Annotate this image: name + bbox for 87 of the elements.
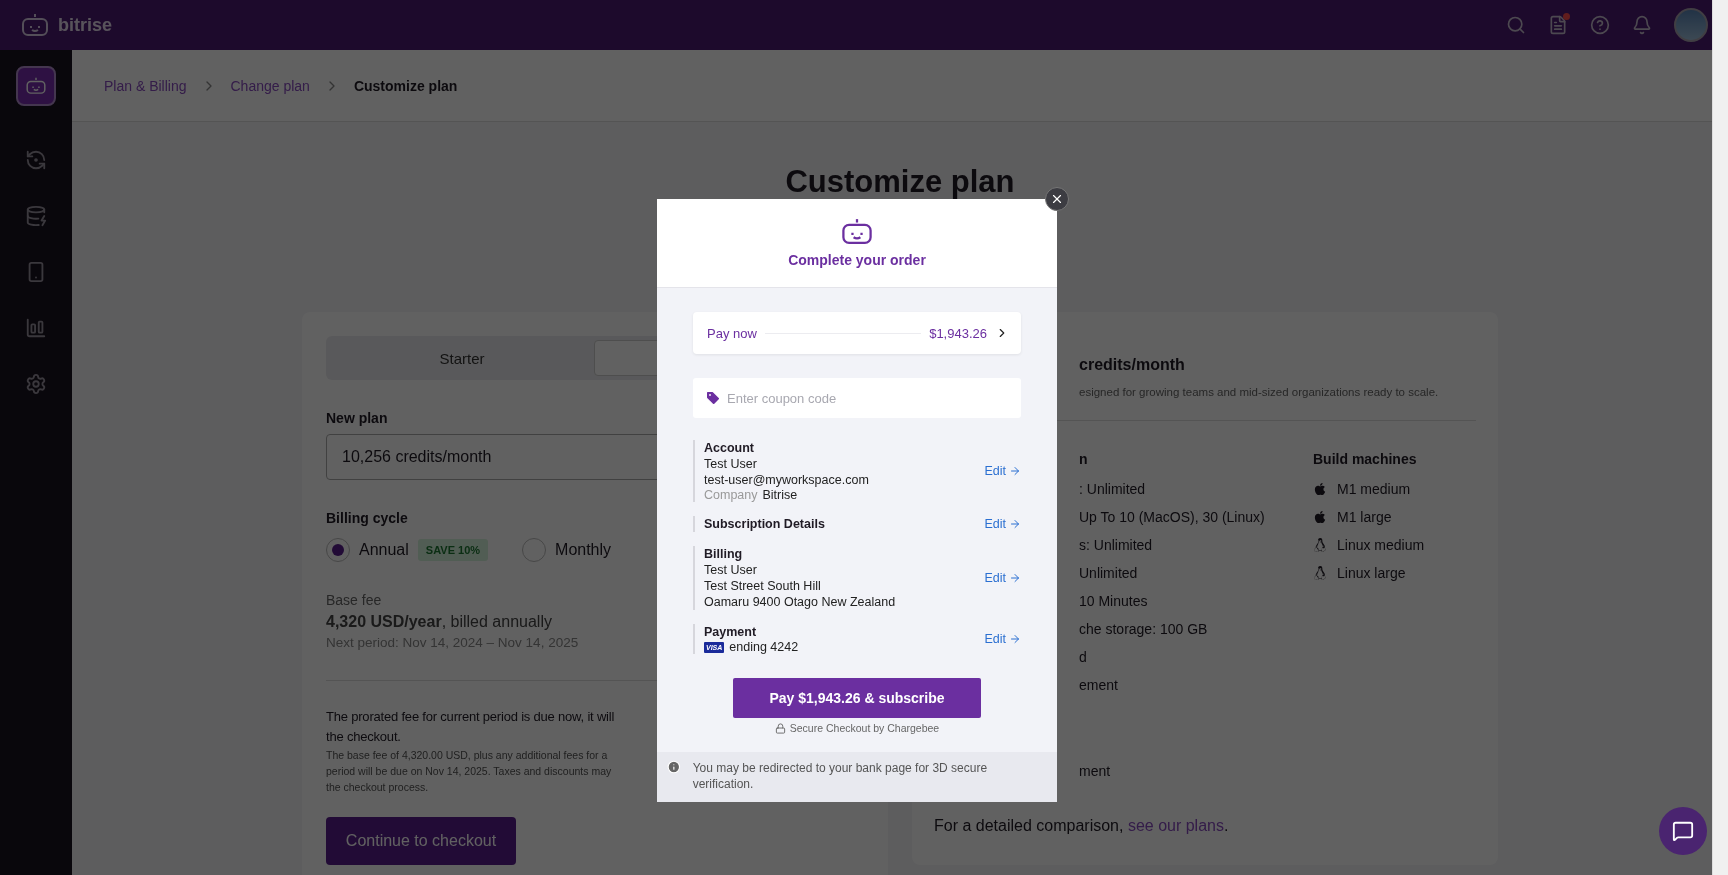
apple-icon <box>1313 510 1327 524</box>
pay-now-row[interactable]: Pay now $1,943.26 <box>693 312 1021 354</box>
dialog-title: Complete your order <box>788 251 926 268</box>
info-icon <box>667 760 681 774</box>
bell-icon[interactable] <box>1632 15 1652 35</box>
avatar[interactable] <box>1674 8 1708 42</box>
machine-name: M1 large <box>1337 508 1392 527</box>
plan-tab[interactable]: Starter <box>330 340 594 376</box>
feature-text: : Unlimited <box>1079 480 1147 499</box>
plans-link[interactable]: see our plans <box>1127 817 1224 834</box>
field-label: Billing cycle <box>326 510 408 526</box>
close-button[interactable] <box>1045 187 1069 211</box>
detail-text: Oamaru 9400 Otago New Zealand <box>704 594 897 610</box>
breadcrumb-link[interactable]: Change plan <box>230 77 310 94</box>
plan-description: esigned for growing teams and mid-sized organizations ready to scale. <box>1079 386 1440 398</box>
field-label: Base fee <box>326 592 382 608</box>
machine-name: Linux large <box>1337 564 1406 583</box>
penguin-icon <box>1313 566 1327 580</box>
logo-icon <box>25 77 47 95</box>
logo-icon <box>840 218 874 246</box>
detail-text: Test User <box>704 456 758 472</box>
feature-text: Up To 10 (MacOS), 30 (Linux) <box>1079 508 1266 527</box>
detail-text: Test Street South Hill <box>704 578 822 594</box>
arrow-icon <box>1009 633 1021 645</box>
arrow-icon <box>1009 518 1021 530</box>
edit-link[interactable]: Edit <box>984 517 1021 531</box>
feature-text: d <box>1079 648 1088 667</box>
option-label: Annual <box>359 541 409 559</box>
radio-button[interactable] <box>326 538 350 562</box>
arrow-icon <box>1009 465 1021 477</box>
plan-title: credits/month <box>1079 356 1186 374</box>
detail-text: Test User <box>704 562 758 578</box>
discount-badge: SAVE 10% <box>417 539 489 561</box>
feature-text: 10 Minutes <box>1079 592 1149 611</box>
radio-button[interactable] <box>522 538 547 562</box>
feature-text: Unlimited <box>1079 564 1139 583</box>
workspace-icon[interactable] <box>16 66 56 106</box>
section-heading: Build machines <box>1313 450 1418 469</box>
continue-button[interactable]: Continue to checkout <box>326 817 516 865</box>
penguin-icon <box>1313 538 1327 552</box>
close-icon <box>1050 192 1064 206</box>
feature-text: s: Unlimited <box>1079 536 1154 555</box>
card-ending: ending 4242 <box>729 640 799 654</box>
scrollbar[interactable] <box>1712 0 1728 875</box>
coupon-field[interactable]: Enter coupon code <box>693 378 1021 418</box>
footer-note: You may be redirected to your bank page for 3D secure verification. <box>692 760 989 792</box>
field-label: Company <box>704 488 758 502</box>
logo-icon <box>20 13 50 37</box>
option-label: Monthly <box>555 541 612 559</box>
note-text: The prorated fee for current period is due now, it will <box>326 708 615 726</box>
section-heading: Account <box>704 440 755 456</box>
feature-text: ement <box>1079 676 1119 695</box>
document-icon[interactable] <box>1548 15 1568 35</box>
breadcrumb-link[interactable]: Customize plan <box>353 77 458 94</box>
section-heading: Payment <box>704 624 758 640</box>
page-title: Customize plan <box>785 164 1015 200</box>
field-value: Bitrise <box>762 488 798 502</box>
apple-icon <box>1313 482 1327 496</box>
period-mark: . <box>1223 817 1229 834</box>
chat-button[interactable] <box>1659 807 1707 855</box>
fine-print: The base fee of 4,320.00 USD, plus any additional fees for a <box>326 748 608 763</box>
arrow-icon <box>1009 572 1021 584</box>
breadcrumb-link[interactable]: Plan & Billing <box>104 77 187 94</box>
edit-link[interactable]: Edit <box>984 571 1021 585</box>
edit-link[interactable]: Edit <box>984 632 1021 646</box>
search-icon[interactable] <box>1506 15 1526 35</box>
fee-amount: 4,320 USD/year, billed annually <box>326 613 552 631</box>
section-heading: n <box>1079 450 1089 469</box>
pay-button[interactable]: Pay $1,943.26 & subscribe <box>733 678 981 718</box>
machine-name: Linux medium <box>1337 536 1425 555</box>
section-heading: Subscription Details <box>704 516 826 532</box>
comparison-text: For a detailed comparison, <box>934 817 1125 834</box>
feature-text: che storage: 100 GB <box>1079 620 1209 639</box>
feature-text: ment <box>1079 762 1112 781</box>
note-text: the checkout. <box>326 728 401 746</box>
brand-name: bitrise <box>58 14 113 36</box>
chat-icon <box>1672 820 1694 842</box>
lock-icon <box>774 722 786 734</box>
edit-link[interactable]: Edit <box>984 464 1021 478</box>
secure-note: Secure Checkout by Chargebee <box>789 722 940 734</box>
machine-name: M1 medium <box>1337 480 1411 499</box>
help-icon[interactable] <box>1590 15 1610 35</box>
fine-print: period will be due on Nov 14, 2025. Taxes and discounts may <box>326 764 612 779</box>
section-heading: Billing <box>704 546 744 562</box>
field-label: New plan <box>326 410 388 426</box>
fine-print: the checkout process. <box>326 780 429 795</box>
tag-icon <box>705 390 721 406</box>
